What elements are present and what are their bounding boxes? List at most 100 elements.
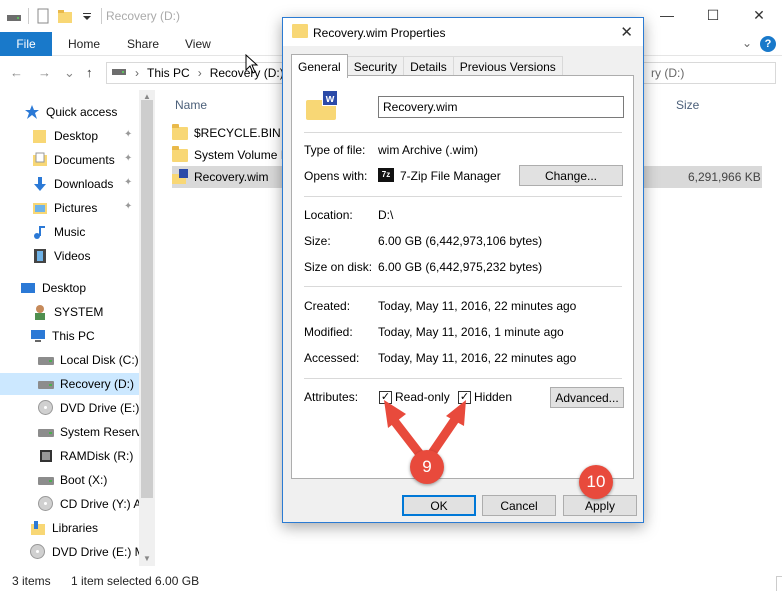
modified-label: Modified: — [304, 325, 353, 339]
folder-icon — [172, 146, 188, 163]
advanced-button[interactable]: Advanced... — [550, 387, 624, 408]
dialog-title: Recovery.wim Properties — [313, 26, 446, 40]
nav-item-recovery-d[interactable]: Recovery (D:) — [0, 373, 139, 395]
nav-item-boot-x[interactable]: Boot (X:) — [38, 469, 155, 491]
mouse-cursor-icon — [245, 54, 259, 74]
drive-icon — [38, 424, 54, 440]
nav-item-this-pc[interactable]: This PC — [30, 325, 155, 347]
divider — [304, 378, 622, 379]
drive-icon[interactable] — [6, 8, 22, 24]
large-icons-view-icon[interactable] — [776, 576, 782, 591]
type-label: Type of file: — [304, 143, 366, 157]
minimize-button[interactable]: — — [644, 0, 690, 30]
tab-previous-versions[interactable]: Previous Versions — [452, 56, 563, 77]
pictures-icon — [32, 200, 48, 216]
drive-icon — [38, 352, 54, 368]
help-icon[interactable]: ? — [760, 36, 776, 52]
ribbon-tab-view[interactable]: View — [185, 37, 211, 51]
drive-icon — [38, 376, 54, 392]
toolbar-divider — [101, 8, 102, 24]
expand-ribbon-icon[interactable]: ⌄ — [742, 36, 752, 50]
drive-icon — [111, 66, 127, 81]
breadcrumb-this-pc[interactable]: This PC — [147, 66, 190, 80]
videos-icon — [32, 248, 48, 264]
nav-item-videos[interactable]: Videos — [32, 245, 155, 267]
nav-item-quick-access[interactable]: Quick access — [24, 101, 155, 123]
divider — [304, 132, 622, 133]
size-value: 6.00 GB (6,442,973,106 bytes) — [378, 234, 543, 248]
ribbon-tab-share[interactable]: Share — [127, 37, 159, 51]
up-button[interactable]: ↑ — [86, 65, 93, 80]
step-10-marker: 10 — [579, 465, 613, 499]
drive-icon — [38, 472, 54, 488]
status-item-count: 3 items — [12, 574, 51, 588]
recent-locations-button[interactable]: ⌄ — [64, 65, 75, 81]
file-size: 6,291,966 KB — [688, 170, 761, 184]
nav-item-dvd-drive-e-2[interactable]: DVD Drive (E:) M — [30, 541, 139, 563]
nav-item-desktop[interactable]: Desktop — [20, 277, 155, 299]
tab-security[interactable]: Security — [346, 56, 405, 77]
quick-access-toolbar — [6, 8, 102, 24]
column-header-size[interactable]: Size — [676, 98, 699, 112]
new-folder-icon[interactable] — [57, 8, 73, 24]
tab-general[interactable]: General — [291, 54, 348, 78]
breadcrumb-chevron-icon: › — [197, 66, 202, 80]
wim-file-icon — [172, 169, 188, 185]
size-label: Size: — [304, 234, 331, 248]
properties-icon[interactable] — [35, 8, 51, 24]
ribbon-file-tab[interactable]: File — [0, 32, 52, 56]
folder-icon — [32, 128, 48, 144]
ramdisk-icon — [38, 448, 54, 464]
folder-icon — [172, 124, 188, 141]
type-value: wim Archive (.wim) — [378, 143, 479, 157]
nav-item-local-disk-c[interactable]: Local Disk (C:) — [38, 349, 155, 371]
cd-icon — [38, 496, 54, 512]
maximize-button[interactable]: ☐ — [690, 0, 736, 30]
close-button[interactable]: ✕ — [736, 0, 782, 30]
divider — [304, 286, 622, 287]
filename-field[interactable] — [378, 96, 624, 118]
created-value: Today, May 11, 2016, 22 minutes ago — [378, 299, 577, 313]
computer-icon — [30, 328, 46, 344]
column-header-name[interactable]: Name — [175, 98, 207, 112]
nav-item-system-reserved[interactable]: System Reserve — [38, 421, 139, 443]
change-button[interactable]: Change... — [519, 165, 623, 186]
ribbon-tab-home[interactable]: Home — [68, 37, 100, 51]
search-placeholder: ry (D:) — [651, 66, 685, 80]
forward-button[interactable]: → — [38, 65, 51, 80]
nav-item-cd-drive-y[interactable]: CD Drive (Y:) A — [38, 493, 139, 515]
nav-item-libraries[interactable]: Libraries — [30, 517, 155, 539]
disc-icon — [30, 544, 46, 560]
user-icon — [32, 304, 48, 320]
scrollbar-thumb[interactable] — [141, 100, 153, 498]
toolbar-divider — [28, 8, 29, 24]
pin-icon: ✦ — [124, 129, 133, 140]
tab-details[interactable]: Details — [403, 56, 454, 77]
breadcrumb-chevron-icon: › — [135, 66, 139, 80]
nav-item-ramdisk-r[interactable]: RAMDisk (R:) — [38, 445, 155, 467]
back-button[interactable]: ← — [10, 65, 23, 80]
nav-item-documents[interactable]: Documents — [32, 149, 155, 171]
nav-item-music[interactable]: Music — [32, 221, 155, 243]
divider — [304, 196, 622, 197]
7zip-icon: 7z — [378, 168, 394, 182]
cancel-button[interactable]: Cancel — [482, 495, 556, 516]
accessed-label: Accessed: — [304, 351, 360, 365]
customize-toolbar-icon[interactable] — [79, 8, 95, 24]
accessed-value: Today, May 11, 2016, 22 minutes ago — [378, 351, 577, 365]
navigation-scrollbar[interactable]: ▲ ▼ — [139, 90, 155, 566]
nav-item-system[interactable]: SYSTEM — [32, 301, 155, 323]
dialog-close-button[interactable]: ✕ — [620, 23, 633, 41]
step-9-marker: 9 — [410, 450, 444, 484]
nav-item-pictures[interactable]: Pictures — [32, 197, 155, 219]
nav-item-dvd-drive-e[interactable]: DVD Drive (E:) I — [38, 397, 139, 419]
star-icon — [24, 104, 40, 120]
pin-icon: ✦ — [124, 153, 133, 164]
scroll-down-icon[interactable]: ▼ — [143, 554, 151, 563]
ok-button[interactable]: OK — [402, 495, 476, 516]
nav-item-downloads[interactable]: Downloads — [32, 173, 155, 195]
search-input[interactable]: ry (D:) — [630, 62, 776, 84]
nav-item-desktop-quick[interactable]: Desktop — [32, 125, 155, 147]
created-label: Created: — [304, 299, 351, 313]
window-title: Recovery (D:) — [106, 9, 181, 23]
